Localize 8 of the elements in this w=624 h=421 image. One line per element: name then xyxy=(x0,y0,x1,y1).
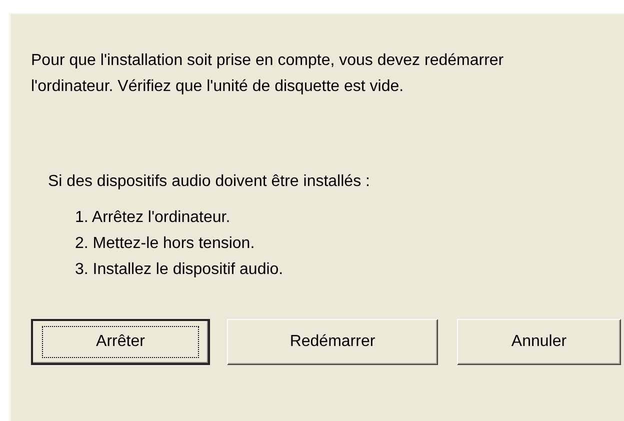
step-text: 2. Mettez-le hors tension. xyxy=(75,234,255,254)
dialog-button[interactable]: Arrêter xyxy=(31,319,210,365)
message-text: Pour que l'installation soit prise en compte, vous devez redémarrer l'ordinateur. Vérifiez que l'unité de disquette est vide. xyxy=(31,51,505,97)
step-text: 1. Arrêtez l'ordinateur. xyxy=(75,208,230,228)
step-text: 3. Installez le dispositif audio. xyxy=(75,260,284,280)
dialog-button[interactable]: Redémarrer xyxy=(227,319,438,365)
audio-intro-text: Si des dispositifs audio doivent être installés : xyxy=(48,172,371,192)
dialog-button[interactable]: Annuler xyxy=(457,319,621,365)
